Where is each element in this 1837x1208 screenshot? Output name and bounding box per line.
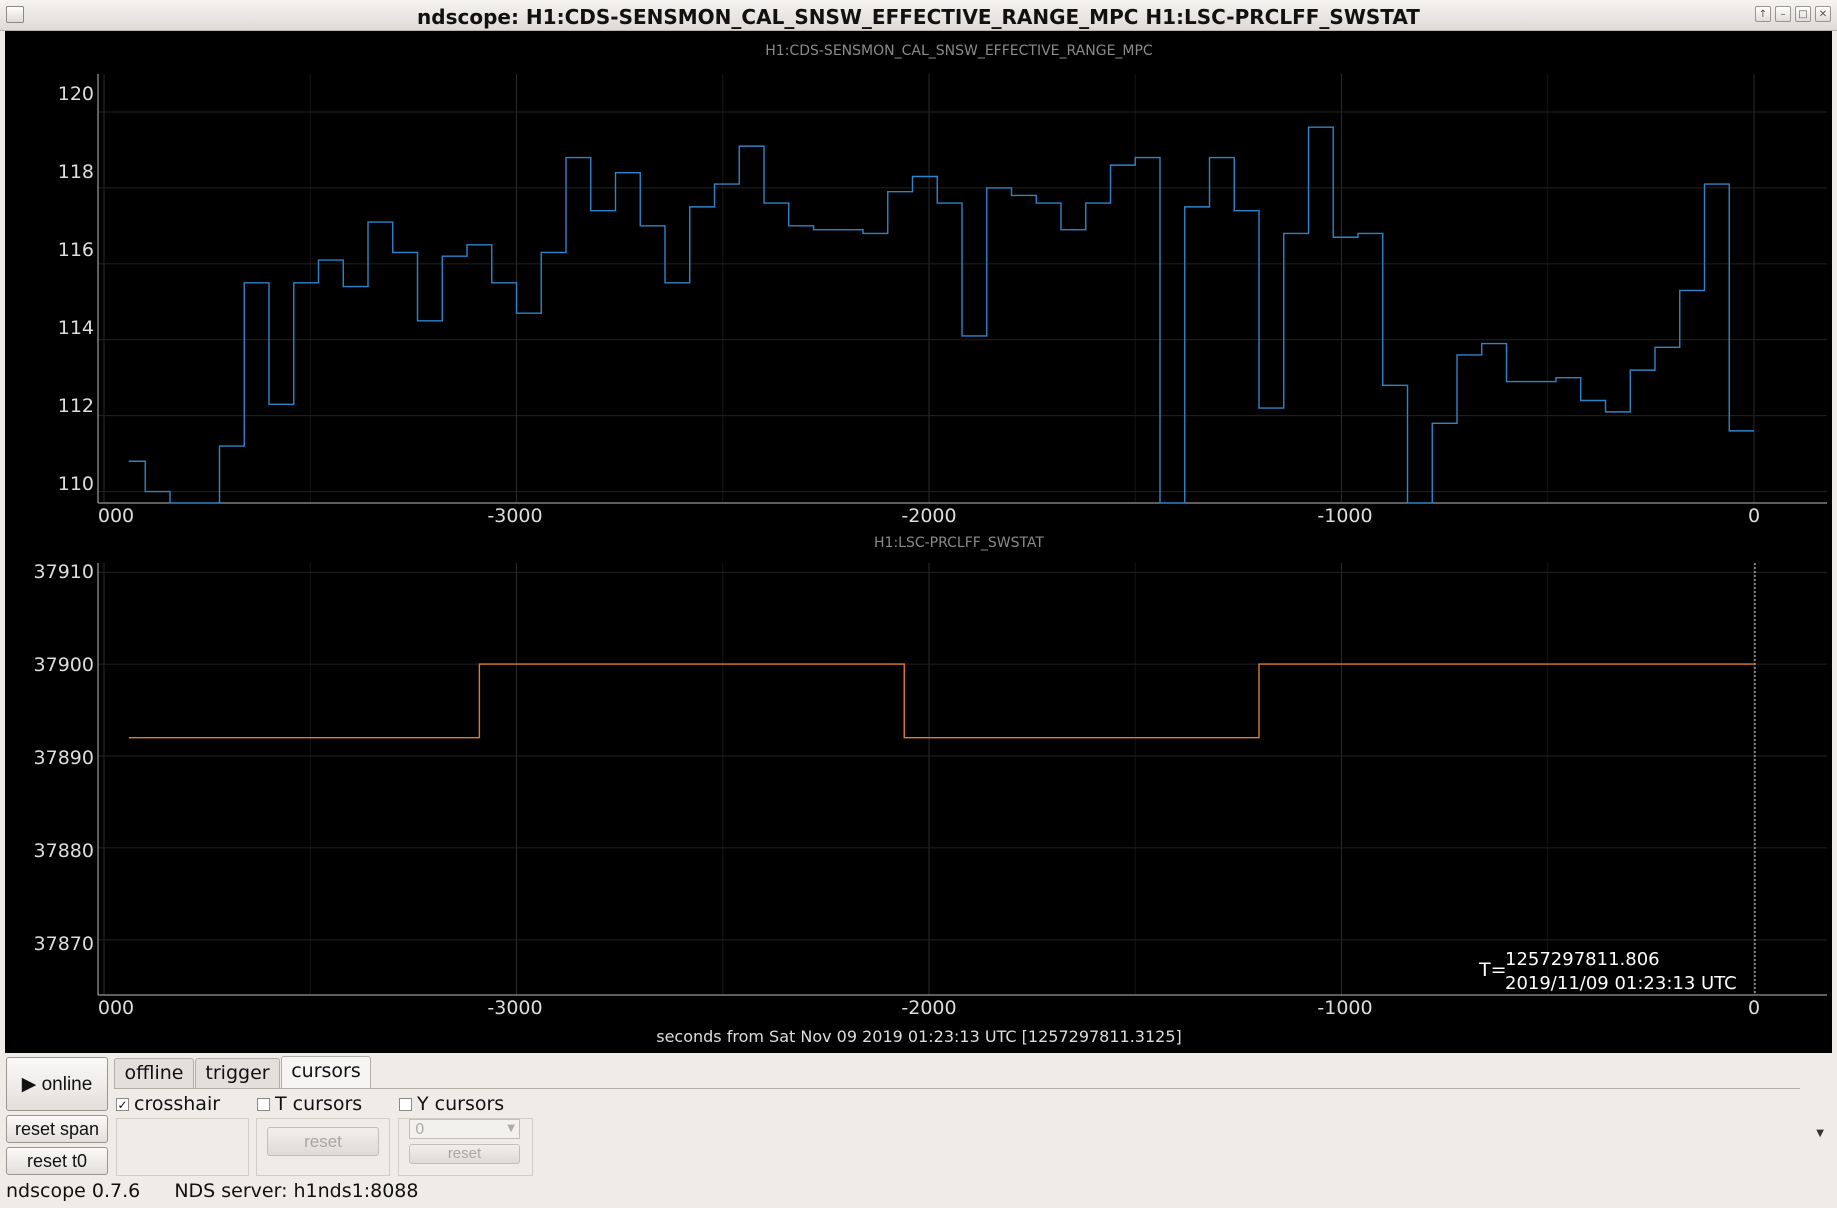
cursor-gps-time: 1257297811.806 <box>1505 949 1660 970</box>
t-cursors-label: T cursors <box>275 1093 363 1115</box>
crosshair-checkbox[interactable]: ✓ <box>116 1097 129 1111</box>
y-tick-label: 120 <box>58 83 94 105</box>
y-tick-label: 37870 <box>34 933 94 955</box>
y-tick-label: 37910 <box>34 561 94 583</box>
y-tick-label: 37900 <box>34 654 94 676</box>
cursor-readout: T= 1257297811.806 2019/11/09 01:23:13 UT… <box>1478 949 1737 1016</box>
crosshair-option[interactable]: ✓ crosshair <box>116 1093 220 1115</box>
plot-1-x-axis: 000 -3000 -2000 -1000 0 <box>98 505 1760 527</box>
t-cursors-option[interactable]: T cursors <box>257 1093 362 1115</box>
tab-trigger[interactable]: trigger <box>195 1058 280 1088</box>
online-label: online <box>41 1073 93 1095</box>
server-label: NDS server: h1nds1:8088 <box>174 1180 419 1202</box>
plot-1-y-axis: 120 118 116 114 112 110 <box>58 83 94 495</box>
t-cursors-reset-button[interactable]: reset <box>267 1127 379 1156</box>
x-axis-label: seconds from Sat Nov 09 2019 01:23:13 UT… <box>656 1027 1182 1046</box>
y-cursor-select[interactable]: 0 ▼ <box>409 1119 520 1139</box>
tab-offline[interactable]: offline <box>114 1058 194 1088</box>
close-icon[interactable]: ✕ <box>1815 6 1831 22</box>
window-controls: ↑ – □ ✕ <box>1755 6 1831 22</box>
cursor-t-label: T= <box>1478 959 1507 981</box>
y-tick-label: 110 <box>58 473 94 495</box>
plot-2-y-axis: 37910 37900 37890 37880 37870 <box>34 561 94 955</box>
x-tick-label: 0 <box>1748 997 1760 1019</box>
y-tick-label: 37890 <box>34 747 94 769</box>
plot-1-trace[interactable] <box>128 126 1754 504</box>
title-bar: ndscope: H1:CDS-SENSMON_CAL_SNSW_EFFECTI… <box>0 0 1837 31</box>
panel-expand-icon[interactable]: ▼ <box>1816 1128 1824 1139</box>
plot-2-grid <box>98 563 1827 995</box>
shade-icon[interactable]: ↑ <box>1755 6 1771 22</box>
reset-t0-button[interactable]: reset t0 <box>6 1147 108 1175</box>
y-cursors-reset-button[interactable]: reset <box>409 1144 520 1164</box>
x-tick-label: -1000 <box>1317 997 1372 1019</box>
y-cursors-label: Y cursors <box>417 1093 505 1115</box>
status-bar: ndscope 0.7.6 NDS server: h1nds1:8088 <box>6 1180 418 1202</box>
x-tick-label: 000 <box>98 997 134 1019</box>
reset-span-button[interactable]: reset span <box>6 1115 108 1143</box>
maximize-icon[interactable]: □ <box>1795 6 1811 22</box>
y-tick-label: 112 <box>58 395 94 417</box>
x-tick-label: -2000 <box>901 997 956 1019</box>
crosshair-group <box>116 1118 249 1176</box>
plot-area[interactable]: H1:CDS-SENSMON_CAL_SNSW_EFFECTIVE_RANGE_… <box>5 31 1832 1053</box>
plot-2-trace[interactable] <box>128 663 1754 739</box>
plot-2-x-axis: 000 -3000 -2000 -1000 0 <box>98 997 1760 1019</box>
plots-canvas[interactable]: H1:CDS-SENSMON_CAL_SNSW_EFFECTIVE_RANGE_… <box>5 31 1832 1053</box>
y-cursors-checkbox[interactable] <box>399 1097 412 1111</box>
tab-cursors[interactable]: cursors <box>281 1056 371 1088</box>
minimize-icon[interactable]: – <box>1775 6 1791 22</box>
window-title: ndscope: H1:CDS-SENSMON_CAL_SNSW_EFFECTI… <box>417 5 1420 29</box>
x-tick-label: -1000 <box>1317 505 1372 527</box>
play-icon: ▶ <box>21 1073 37 1095</box>
t-cursors-checkbox[interactable] <box>257 1097 270 1111</box>
y-tick-label: 116 <box>58 239 94 261</box>
version-label: ndscope 0.7.6 <box>6 1180 141 1202</box>
x-tick-label: -3000 <box>487 505 542 527</box>
plot-1-title: H1:CDS-SENSMON_CAL_SNSW_EFFECTIVE_RANGE_… <box>765 43 1153 59</box>
x-tick-label: -2000 <box>901 505 956 527</box>
y-cursor-select-value: 0 <box>415 1120 425 1138</box>
y-tick-label: 118 <box>58 161 94 183</box>
plot-2-title: H1:LSC-PRCLFF_SWSTAT <box>874 535 1044 551</box>
chevron-down-icon: ▼ <box>507 1123 515 1134</box>
crosshair-label: crosshair <box>134 1093 221 1115</box>
x-tick-label: 000 <box>98 505 134 527</box>
y-cursors-option[interactable]: Y cursors <box>399 1093 504 1115</box>
x-tick-label: -3000 <box>487 997 542 1019</box>
y-tick-label: 37880 <box>34 840 94 862</box>
y-tick-label: 114 <box>58 317 94 339</box>
cursor-y-value: Y=37903 <box>1478 995 1562 1016</box>
cursor-utc-time: 2019/11/09 01:23:13 UTC <box>1505 973 1737 994</box>
online-button[interactable]: ▶ online <box>6 1057 108 1111</box>
x-tick-label: 0 <box>1748 505 1760 527</box>
